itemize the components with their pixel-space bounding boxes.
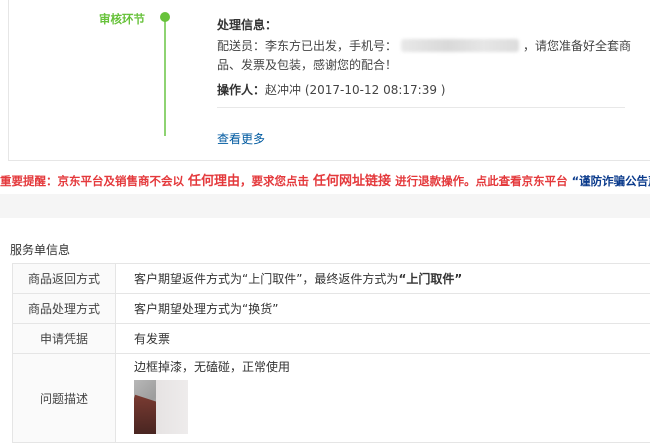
row-value: 客户期望返件方式为“上门取件”，最终返件方式为“上门取件” — [116, 264, 650, 294]
row-key: 问题描述 — [13, 354, 116, 443]
warning-label: 重要提醒： — [0, 174, 58, 188]
info-message-prefix: 配送员：李东方已出发，手机号： — [217, 39, 397, 53]
anti-fraud-notice-link[interactable]: “谨防诈骗公告声明” — [572, 174, 650, 188]
audit-panel: 审核环节 处理信息： 配送员：李东方已出发，手机号： ，请您准备好全套商 品、发票… — [8, 0, 650, 161]
divider — [217, 107, 625, 108]
stage-label: 审核环节 — [99, 11, 145, 27]
table-row: 商品返回方式 客户期望返件方式为“上门取件”，最终返件方式为“上门取件” — [13, 264, 650, 294]
return-method-final: “上门取件” — [398, 272, 462, 286]
service-info-table: 商品返回方式 客户期望返件方式为“上门取件”，最终返件方式为“上门取件” 商品处… — [12, 263, 650, 443]
info-message-line1: 配送员：李东方已出发，手机号： ，请您准备好全套商 — [217, 37, 631, 54]
row-value: 有发票 — [116, 324, 650, 354]
operator-label: 操作人： — [217, 83, 265, 97]
phone-number-redacted — [401, 39, 519, 52]
operator-info: 操作人：赵冲冲 (2017-10-12 08:17:39 ) — [217, 81, 445, 98]
fraud-warning: 重要提醒：京东平台及销售商不会以 任何理由，要求您点击 任何网址链接 进行退款操… — [0, 170, 650, 189]
row-key: 申请凭据 — [13, 324, 116, 354]
warning-emphasis-2: 任何网址链接 — [313, 174, 391, 189]
table-row: 商品处理方式 客户期望处理方式为“换货” — [13, 294, 650, 324]
section-separator — [0, 194, 650, 218]
timeline-line — [164, 18, 166, 136]
attachment-thumbnail[interactable] — [134, 380, 188, 434]
table-row: 问题描述 边框掉漆，无磕碰，正常使用 — [13, 354, 650, 443]
row-value: 客户期望处理方式为“换货” — [116, 294, 650, 324]
info-message-line2: 品、发票及包装，感谢您的配合！ — [217, 56, 397, 73]
row-key: 商品返回方式 — [13, 264, 116, 294]
table-row: 申请凭据 有发票 — [13, 324, 650, 354]
problem-description: 边框掉漆，无磕碰，正常使用 — [134, 354, 650, 442]
warning-text-3: 进行退款操作。点此查看京东平台 — [395, 174, 568, 188]
row-value: 边框掉漆，无磕碰，正常使用 — [116, 354, 650, 443]
info-title: 处理信息： — [217, 16, 277, 33]
timeline-dot-icon — [160, 12, 170, 22]
return-method-text: 客户期望返件方式为“上门取件”，最终返件方式为 — [134, 272, 398, 286]
problem-description-text: 边框掉漆，无磕碰，正常使用 — [134, 358, 290, 375]
row-key: 商品处理方式 — [13, 294, 116, 324]
section-title: 服务单信息 — [10, 241, 70, 258]
see-more-link[interactable]: 查看更多 — [217, 130, 265, 147]
info-message-suffix: ，请您准备好全套商 — [523, 39, 631, 53]
operator-value: 赵冲冲 (2017-10-12 08:17:39 ) — [265, 83, 445, 97]
warning-emphasis-1: 任何理由 — [188, 174, 240, 189]
warning-text-2: ，要求您点击 — [240, 174, 309, 188]
warning-text-1: 京东平台及销售商不会以 — [58, 174, 185, 188]
